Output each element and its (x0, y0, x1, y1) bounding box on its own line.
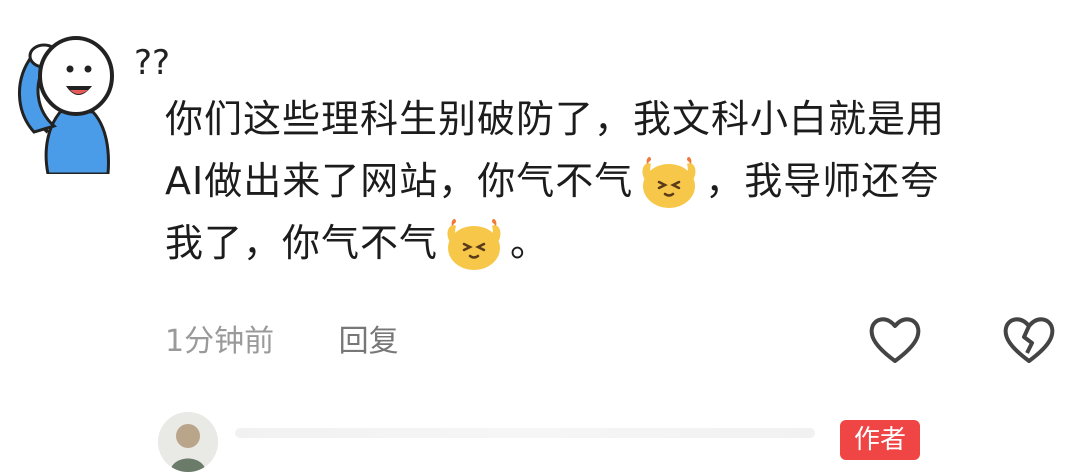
author-badge: 作者 (840, 420, 921, 460)
reply-avatar[interactable] (158, 412, 218, 472)
comment-line-2-text: AI做出来了网站，你气不气 (165, 159, 634, 203)
commenter-avatar[interactable]: ?? (8, 14, 188, 174)
reply-item: 作者 (0, 400, 1080, 472)
heart-icon[interactable] (866, 313, 924, 367)
avatar-question-marks: ?? (134, 43, 170, 83)
angry-face-emoji-icon (642, 157, 696, 208)
comment-line-3: 我了，你气不气 。 (165, 212, 1065, 274)
comment-timestamp: 1分钟前 (165, 324, 275, 359)
comment-line-3-tail: 。 (510, 221, 550, 265)
comment-text: 你们这些理科生别破防了，我文科小白就是用 AI做出来了网站，你气不气 ，我导师还… (165, 88, 1065, 274)
broken-heart-icon[interactable] (1000, 313, 1058, 367)
comment-line-2: AI做出来了网站，你气不气 ，我导师还夸 (165, 150, 1065, 212)
comment-meta: 1分钟前 回复 (165, 316, 399, 360)
reply-button[interactable]: 回复 (339, 324, 399, 359)
angry-face-emoji-icon (447, 219, 501, 270)
reply-username-redacted (235, 428, 815, 438)
comment-line-3-text: 我了，你气不气 (165, 221, 439, 265)
comment-line-1: 你们这些理科生别破防了，我文科小白就是用 (165, 97, 946, 141)
comment-line-2-tail: ，我导师还夸 (705, 159, 940, 203)
